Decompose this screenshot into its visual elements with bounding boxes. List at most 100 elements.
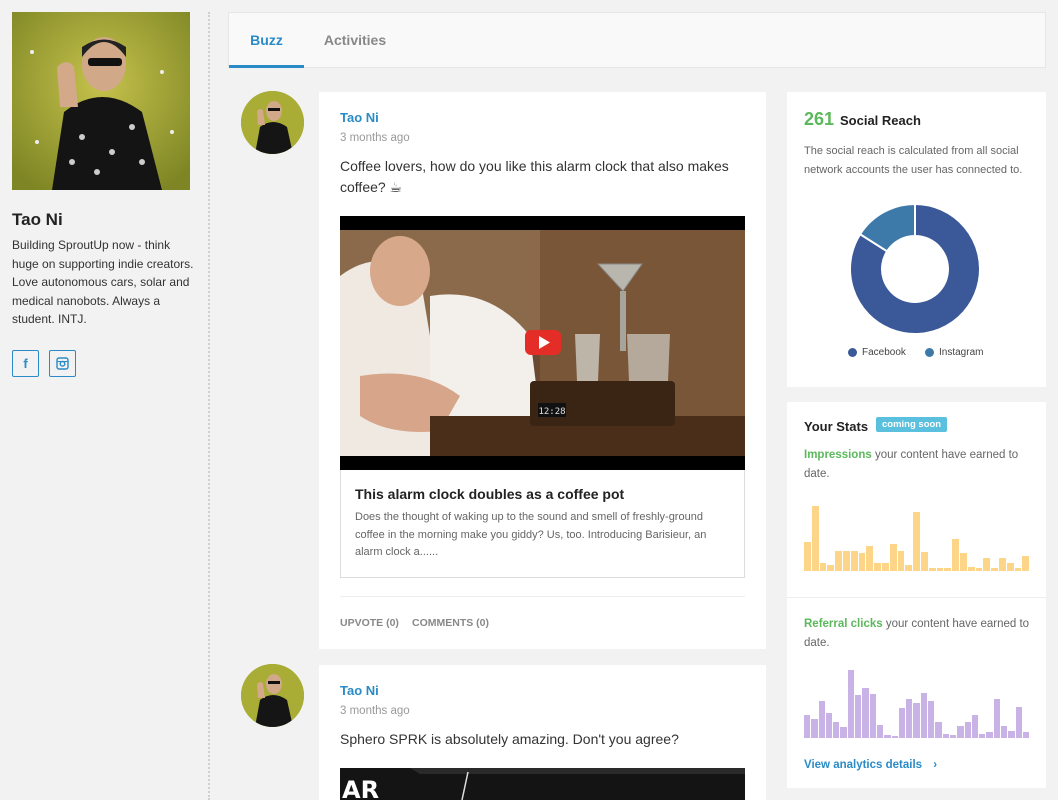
chart-bar <box>983 558 991 571</box>
view-analytics-label: View analytics details <box>804 759 923 771</box>
view-analytics-link[interactable]: View analytics details › <box>804 759 937 771</box>
tab-activities[interactable]: Activities <box>319 13 391 68</box>
clock-display: 12:28 <box>538 407 565 417</box>
chart-bar <box>884 735 891 738</box>
upvote-button[interactable]: UPVOTE (0) <box>340 617 399 629</box>
chart-bar <box>847 670 855 738</box>
chart-bar <box>971 714 979 738</box>
video-text: AR <box>342 776 379 800</box>
social-reach-label: Social Reach <box>840 113 921 128</box>
chart-bar <box>840 727 847 738</box>
chart-bar <box>1015 706 1022 738</box>
chart-bar <box>874 562 881 571</box>
instagram-icon <box>56 357 69 370</box>
chart-bar <box>964 722 971 738</box>
video-player[interactable]: 12:28 <box>340 216 745 470</box>
chart-bar <box>967 566 975 571</box>
chart-bar <box>920 552 928 571</box>
chart-bar <box>897 551 905 571</box>
chart-bar <box>986 732 993 738</box>
link-preview[interactable]: This alarm clock doubles as a coffee pot… <box>340 470 745 578</box>
referral-description: Referral clicks your content have earned… <box>804 615 1034 652</box>
profile-photo[interactable] <box>12 12 190 190</box>
legend-instagram: Instagram <box>925 347 983 358</box>
chart-bar <box>979 734 986 738</box>
video-thumbnail: 12:28 <box>340 216 745 470</box>
chart-bar <box>936 567 944 571</box>
tab-buzz[interactable]: Buzz <box>229 13 304 68</box>
divider <box>787 597 1046 598</box>
chart-bar <box>850 551 858 571</box>
chart-bar <box>949 735 957 738</box>
column-divider <box>208 12 210 800</box>
chart-bar <box>858 553 866 571</box>
chart-bar <box>889 543 897 571</box>
chart-bar <box>869 694 876 738</box>
chart-bar <box>898 707 906 738</box>
chart-bar <box>876 725 884 738</box>
impressions-description: Impressions your content have earned to … <box>804 446 1034 483</box>
chart-bar <box>935 722 942 738</box>
post-text: Coffee lovers, how do you like this alar… <box>340 158 729 195</box>
post-author-avatar[interactable] <box>241 91 304 154</box>
profile-bio: Building SproutUp now - think huge on su… <box>12 238 194 326</box>
legend-facebook: Facebook <box>848 347 906 358</box>
post-author[interactable]: Tao Ni <box>340 683 379 698</box>
chart-bar <box>891 736 898 738</box>
chart-bar <box>804 541 811 571</box>
chart-bar <box>833 722 840 738</box>
legend-label: Facebook <box>862 347 906 358</box>
chart-bar <box>825 712 833 738</box>
chart-bar <box>928 567 936 571</box>
legend-dot-instagram <box>925 348 934 357</box>
post-text: Sphero SPRK is absolutely amazing. Don't… <box>340 731 679 747</box>
chart-bar <box>920 693 928 738</box>
link-title: This alarm clock doubles as a coffee pot <box>355 486 625 502</box>
legend-label: Instagram <box>939 347 984 358</box>
chart-bar <box>835 551 842 571</box>
chart-bar <box>866 545 874 571</box>
video-thumbnail: AR <box>340 768 745 800</box>
facebook-button[interactable]: f <box>12 350 39 377</box>
chart-bar <box>1006 562 1014 571</box>
post-time: 3 months ago <box>340 132 410 144</box>
chart-bar <box>957 726 964 738</box>
tab-bar: Buzz Activities <box>228 12 1046 68</box>
legend-dot-facebook <box>848 348 857 357</box>
avatar-image <box>241 91 304 154</box>
impressions-bar-chart <box>804 506 1030 571</box>
chart-bar <box>1001 726 1008 738</box>
chart-bar <box>942 734 949 738</box>
video-player[interactable]: AR <box>340 768 745 800</box>
impressions-label: Impressions <box>804 449 872 461</box>
chart-bar <box>991 567 998 571</box>
chart-bar <box>819 562 827 571</box>
chart-bar <box>811 718 818 738</box>
post-author[interactable]: Tao Ni <box>340 110 379 125</box>
divider <box>340 596 745 597</box>
chart-bar <box>959 553 967 571</box>
chart-bar <box>1022 732 1030 738</box>
chart-bar <box>855 695 862 738</box>
comments-button[interactable]: COMMENTS (0) <box>412 617 489 629</box>
chart-bar <box>827 564 835 571</box>
instagram-button[interactable] <box>49 350 76 377</box>
referral-label: Referral clicks <box>804 618 883 630</box>
social-reach-count: 261 <box>804 109 835 129</box>
post-card: Tao Ni 3 months ago Sphero SPRK is absol… <box>319 665 766 800</box>
chart-bar <box>944 567 952 571</box>
chart-bar <box>1014 567 1022 571</box>
chart-bar <box>818 701 825 738</box>
chart-bar <box>862 687 869 738</box>
post-card: Tao Ni 3 months ago Coffee lovers, how d… <box>319 92 766 649</box>
stats-title: Your Stats <box>804 419 869 434</box>
post-author-avatar[interactable] <box>241 664 304 727</box>
chart-bar <box>804 714 811 738</box>
referral-bar-chart <box>804 670 1030 738</box>
chart-bar <box>913 703 920 738</box>
social-reach-widget: 261 Social Reach The social reach is cal… <box>787 92 1046 387</box>
chart-bar <box>1022 556 1030 571</box>
chart-bar <box>811 506 819 571</box>
avatar-image <box>241 664 304 727</box>
link-description: Does the thought of waking up to the sou… <box>355 511 707 558</box>
